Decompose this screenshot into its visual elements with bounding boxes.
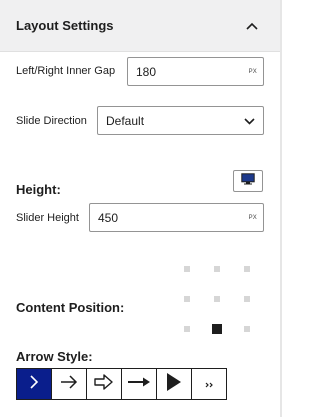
chevron-right-icon	[29, 374, 39, 394]
slide-direction-label: Slide Direction	[16, 115, 87, 127]
panel-title: Layout Settings	[16, 18, 114, 33]
panel-divider	[280, 0, 282, 417]
height-section-label: Height:	[16, 182, 61, 197]
double-chevron-right-icon	[205, 375, 213, 393]
arrow-right-icon	[60, 374, 78, 394]
position-top-center[interactable]	[214, 266, 220, 272]
position-middle-right[interactable]	[244, 296, 250, 302]
slider-height-input[interactable]: 450 PX	[89, 203, 264, 232]
arrow-option-long-arrow[interactable]	[122, 369, 157, 399]
content-position-grid[interactable]	[180, 262, 258, 340]
long-arrow-right-icon	[127, 375, 151, 393]
layout-settings-header[interactable]: Layout Settings	[0, 0, 280, 52]
arrow-option-triangle[interactable]	[157, 369, 192, 399]
arrow-style-label: Arrow Style:	[16, 349, 93, 364]
chevron-down-icon	[244, 112, 255, 130]
chevron-up-icon[interactable]	[244, 18, 260, 34]
position-bottom-left[interactable]	[184, 326, 190, 332]
inner-gap-label: Left/Right Inner Gap	[16, 65, 116, 77]
slider-height-value: 450	[98, 210, 119, 225]
position-middle-left[interactable]	[184, 296, 190, 302]
position-middle-center[interactable]	[214, 296, 220, 302]
arrow-option-outline-arrow[interactable]	[87, 369, 122, 399]
slider-height-unit: PX	[248, 214, 257, 221]
desktop-device-button[interactable]	[233, 170, 263, 192]
slide-direction-select[interactable]: Default	[97, 106, 264, 135]
arrow-style-group	[16, 368, 227, 400]
content-position-label: Content Position:	[16, 300, 125, 315]
desktop-icon	[241, 172, 255, 190]
arrow-option-double-chevron[interactable]	[192, 369, 226, 399]
inner-gap-input[interactable]: 180 PX	[127, 57, 264, 86]
position-bottom-center[interactable]	[212, 324, 222, 334]
triangle-right-icon	[166, 372, 182, 397]
inner-gap-unit: PX	[248, 68, 257, 75]
slide-direction-value: Default	[106, 113, 145, 128]
slider-height-label: Slider Height	[16, 212, 79, 224]
position-top-left[interactable]	[184, 266, 190, 272]
position-bottom-right[interactable]	[244, 326, 250, 332]
inner-gap-value: 180	[136, 64, 157, 79]
arrow-option-arrow[interactable]	[52, 369, 87, 399]
outline-arrow-right-icon	[94, 373, 114, 395]
position-top-right[interactable]	[244, 266, 250, 272]
arrow-option-chevron[interactable]	[17, 369, 52, 399]
